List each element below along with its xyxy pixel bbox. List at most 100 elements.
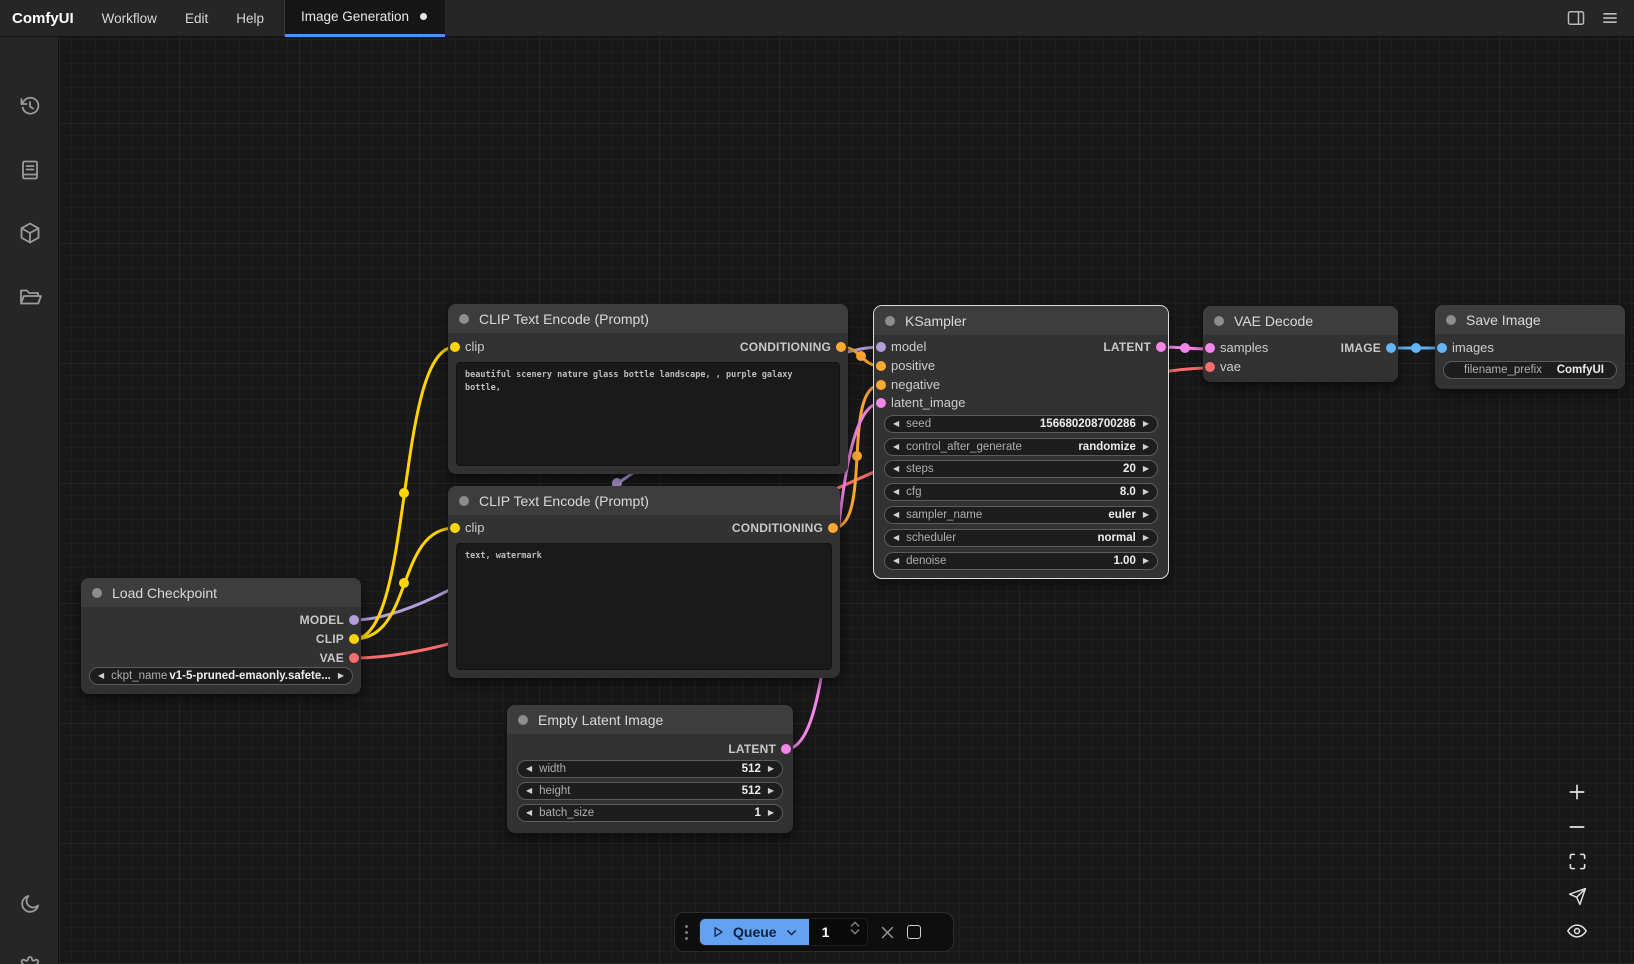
next-arrow-icon[interactable]: ▶: [1143, 534, 1149, 542]
latent-pin[interactable]: [781, 744, 791, 754]
height-widget[interactable]: ◀ height 512 ▶: [517, 782, 783, 800]
zoom-in-icon[interactable]: [1564, 779, 1590, 805]
prev-arrow-icon[interactable]: ◀: [98, 672, 104, 680]
hamburger-menu-icon[interactable]: [1600, 8, 1620, 28]
node-title-bar[interactable]: Save Image: [1435, 305, 1625, 334]
next-arrow-icon[interactable]: ▶: [1143, 557, 1149, 565]
stepper-down-icon[interactable]: [850, 929, 860, 935]
node-title-bar[interactable]: Load Checkpoint: [81, 578, 361, 607]
steps-widget[interactable]: ◀ steps 20 ▶: [884, 460, 1158, 478]
menu-help[interactable]: Help: [222, 0, 278, 37]
vae-pin[interactable]: [1205, 362, 1215, 372]
conditioning-pin[interactable]: [836, 342, 846, 352]
width-widget[interactable]: ◀ width 512 ▶: [517, 760, 783, 778]
output-slot-vae[interactable]: VAE: [320, 648, 361, 667]
ckpt-name-widget[interactable]: ◀ ckpt_name v1-5-pruned-emaonly.safete..…: [89, 667, 353, 685]
conditioning-pin[interactable]: [876, 361, 886, 371]
latent-pin[interactable]: [1156, 342, 1166, 352]
stop-square-icon[interactable]: [907, 925, 921, 939]
output-slot-conditioning[interactable]: CONDITIONING: [740, 337, 848, 356]
clip-pin[interactable]: [349, 634, 359, 644]
input-slot-positive[interactable]: positive: [874, 356, 935, 375]
collapse-dot[interactable]: [459, 314, 469, 324]
fit-view-icon[interactable]: [1564, 848, 1590, 874]
prev-arrow-icon[interactable]: ◀: [893, 488, 899, 496]
latent-pin[interactable]: [1205, 343, 1215, 353]
batch-size-widget[interactable]: ◀ batch_size 1 ▶: [517, 804, 783, 822]
menu-edit[interactable]: Edit: [171, 0, 222, 37]
next-arrow-icon[interactable]: ▶: [768, 765, 774, 773]
clip-pin[interactable]: [450, 523, 460, 533]
input-slot-clip[interactable]: clip: [448, 518, 485, 537]
prev-arrow-icon[interactable]: ◀: [526, 809, 532, 817]
panel-toggle-icon[interactable]: [1566, 8, 1586, 28]
cancel-x-icon[interactable]: [879, 924, 896, 941]
seed-widget[interactable]: ◀ seed 156680208700286 ▶: [884, 415, 1158, 433]
sampler-name-widget[interactable]: ◀ sampler_name euler ▶: [884, 506, 1158, 524]
output-slot-model[interactable]: MODEL: [300, 610, 361, 629]
chevron-down-icon[interactable]: [785, 926, 798, 939]
prompt-textarea[interactable]: text, watermark: [456, 543, 832, 670]
prev-arrow-icon[interactable]: ◀: [893, 420, 899, 428]
next-arrow-icon[interactable]: ▶: [768, 787, 774, 795]
output-slot-image[interactable]: IMAGE: [1341, 338, 1398, 357]
input-slot-model[interactable]: model: [874, 337, 926, 356]
clip-pin[interactable]: [450, 342, 460, 352]
model-library-icon[interactable]: [0, 211, 59, 255]
image-pin[interactable]: [1386, 343, 1396, 353]
theme-moon-icon[interactable]: [0, 882, 59, 926]
output-slot-latent[interactable]: LATENT: [1103, 337, 1168, 356]
input-slot-clip[interactable]: clip: [448, 337, 485, 356]
scheduler-widget[interactable]: ◀ scheduler normal ▶: [884, 529, 1158, 547]
conditioning-pin[interactable]: [828, 523, 838, 533]
tab-image-generation[interactable]: Image Generation: [285, 0, 445, 37]
conditioning-pin[interactable]: [876, 380, 886, 390]
stepper-up-icon[interactable]: [850, 921, 860, 927]
model-pin[interactable]: [876, 342, 886, 352]
collapse-dot[interactable]: [1446, 315, 1456, 325]
prev-arrow-icon[interactable]: ◀: [526, 787, 532, 795]
queue-button[interactable]: Queue: [700, 919, 809, 945]
prev-arrow-icon[interactable]: ◀: [893, 557, 899, 565]
collapse-dot[interactable]: [459, 496, 469, 506]
denoise-widget[interactable]: ◀ denoise 1.00 ▶: [884, 552, 1158, 570]
pointer-send-icon[interactable]: [1564, 883, 1590, 909]
node-title-bar[interactable]: VAE Decode: [1203, 306, 1398, 335]
node-title-bar[interactable]: KSampler: [874, 306, 1168, 335]
node-empty-latent-image[interactable]: Empty Latent Image LATENT ◀ width 512 ▶ …: [507, 705, 793, 833]
history-icon[interactable]: [0, 84, 59, 128]
input-slot-images[interactable]: images: [1435, 338, 1494, 357]
filename-prefix-widget[interactable]: filename_prefix ComfyUI: [1443, 361, 1617, 379]
image-pin[interactable]: [1437, 343, 1447, 353]
vae-pin[interactable]: [349, 653, 359, 663]
output-slot-latent[interactable]: LATENT: [728, 739, 793, 758]
input-slot-latent-image[interactable]: latent_image: [874, 393, 965, 412]
output-slot-clip[interactable]: CLIP: [316, 629, 361, 648]
next-arrow-icon[interactable]: ▶: [338, 672, 344, 680]
prev-arrow-icon[interactable]: ◀: [893, 511, 899, 519]
batch-count-input[interactable]: 1: [809, 919, 867, 945]
model-pin[interactable]: [349, 615, 359, 625]
menu-workflow[interactable]: Workflow: [88, 0, 171, 37]
prompt-textarea[interactable]: beautiful scenery nature glass bottle la…: [456, 362, 840, 466]
node-ksampler[interactable]: KSampler model LATENT positive negative …: [874, 306, 1168, 578]
cfg-widget[interactable]: ◀ cfg 8.0 ▶: [884, 483, 1158, 501]
latent-pin[interactable]: [876, 398, 886, 408]
node-clip-text-encode-positive[interactable]: CLIP Text Encode (Prompt) clip CONDITION…: [448, 304, 848, 474]
node-load-checkpoint[interactable]: Load Checkpoint MODEL CLIP VAE ◀ ckpt_na…: [81, 578, 361, 694]
prev-arrow-icon[interactable]: ◀: [893, 534, 899, 542]
node-title-bar[interactable]: CLIP Text Encode (Prompt): [448, 486, 840, 515]
zoom-out-icon[interactable]: [1564, 814, 1590, 840]
input-slot-negative[interactable]: negative: [874, 375, 940, 394]
node-save-image[interactable]: Save Image images filename_prefix ComfyU…: [1435, 305, 1625, 389]
node-library-icon[interactable]: [0, 148, 59, 192]
prev-arrow-icon[interactable]: ◀: [893, 443, 899, 451]
node-title-bar[interactable]: Empty Latent Image: [507, 705, 793, 734]
control-after-generate-widget[interactable]: ◀ control_after_generate randomize ▶: [884, 438, 1158, 456]
drag-handle[interactable]: [685, 925, 688, 940]
next-arrow-icon[interactable]: ▶: [1143, 443, 1149, 451]
node-canvas[interactable]: [59, 37, 1634, 964]
next-arrow-icon[interactable]: ▶: [768, 809, 774, 817]
input-slot-samples[interactable]: samples: [1203, 338, 1268, 357]
prev-arrow-icon[interactable]: ◀: [526, 765, 532, 773]
